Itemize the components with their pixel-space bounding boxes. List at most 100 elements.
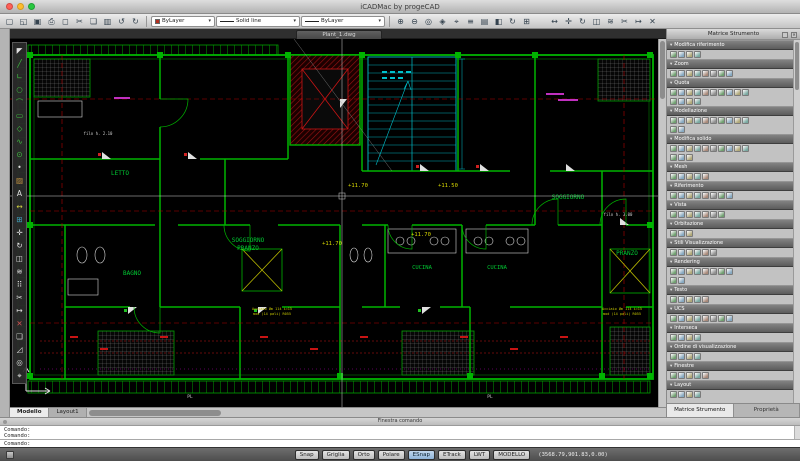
lineweight-dropdown[interactable]: ByLayer ▾: [301, 16, 385, 27]
pan-icon[interactable]: ⌖: [14, 369, 26, 382]
palette-section-header[interactable]: ▾Layout: [667, 380, 794, 390]
zoom-in-icon[interactable]: ⊕: [394, 15, 407, 28]
tool-icon[interactable]: [670, 249, 677, 256]
tool-icon[interactable]: [678, 211, 685, 218]
palette-section-header[interactable]: ▾Vista: [667, 200, 794, 210]
tool-icon[interactable]: [710, 70, 717, 77]
rotate-icon[interactable]: ↻: [14, 239, 26, 252]
tool-icon[interactable]: [702, 173, 709, 180]
palette-section-header[interactable]: ▾Riferimento: [667, 181, 794, 191]
tool-icon[interactable]: [678, 296, 685, 303]
spline-icon[interactable]: ∿: [14, 135, 26, 148]
mirror-icon[interactable]: ◫: [590, 15, 603, 28]
tool-icon[interactable]: [718, 211, 725, 218]
erase-icon[interactable]: ✕: [646, 15, 659, 28]
rectangle-icon[interactable]: ▭: [14, 109, 26, 122]
tool-icon[interactable]: [670, 173, 677, 180]
tool-icon[interactable]: [686, 173, 693, 180]
tab-layout1[interactable]: Layout1: [49, 408, 86, 417]
palette-section-header[interactable]: ▾Modifica solido: [667, 134, 794, 144]
tool-icon[interactable]: [678, 230, 685, 237]
tool-icon[interactable]: [742, 89, 749, 96]
tool-icon[interactable]: [702, 70, 709, 77]
layers-icon[interactable]: ≡: [464, 15, 477, 28]
tool-icon[interactable]: [670, 126, 677, 133]
tool-icon[interactable]: [686, 192, 693, 199]
block-icon[interactable]: ⊞: [14, 213, 26, 226]
tool-icon[interactable]: [686, 211, 693, 218]
tool-icon[interactable]: [686, 372, 693, 379]
tool-icon[interactable]: [742, 145, 749, 152]
tool-icon[interactable]: [678, 192, 685, 199]
tool-icon[interactable]: [686, 154, 693, 161]
tool-icon[interactable]: [678, 353, 685, 360]
offset-icon[interactable]: ≋: [14, 265, 26, 278]
tab-matrice-strumento[interactable]: Matrice Strumento: [667, 404, 734, 417]
tool-icon[interactable]: [742, 117, 749, 124]
array-icon[interactable]: ⠿: [14, 278, 26, 291]
tool-icon[interactable]: [718, 268, 725, 275]
tool-icon[interactable]: [702, 315, 709, 322]
distance-icon[interactable]: ↔: [548, 15, 561, 28]
tool-icon[interactable]: [694, 268, 701, 275]
tool-icon[interactable]: [710, 145, 717, 152]
tool-icon[interactable]: [710, 117, 717, 124]
status-toggle-polare[interactable]: Polare: [378, 450, 405, 460]
open-file-icon[interactable]: ◱: [17, 15, 30, 28]
palette-section-header[interactable]: ▾Mesh: [667, 162, 794, 172]
tool-icon[interactable]: [702, 117, 709, 124]
hatch-icon[interactable]: ▨: [14, 174, 26, 187]
tool-icon[interactable]: [678, 51, 685, 58]
color-dropdown[interactable]: ByLayer ▾: [151, 16, 215, 27]
regen-icon[interactable]: ↻: [506, 15, 519, 28]
tool-icon[interactable]: [694, 315, 701, 322]
extend-icon[interactable]: ↦: [632, 15, 645, 28]
tool-icon[interactable]: [678, 154, 685, 161]
tool-icon[interactable]: [670, 192, 677, 199]
ellipse-icon[interactable]: ⊙: [14, 148, 26, 161]
palette-section-header[interactable]: ▾Interseca: [667, 323, 794, 333]
tool-icon[interactable]: [686, 145, 693, 152]
tool-icon[interactable]: [694, 372, 701, 379]
palette-scrollbar[interactable]: [793, 40, 800, 403]
tool-icon[interactable]: [686, 89, 693, 96]
canvas-horizontal-scrollbar[interactable]: [87, 408, 666, 417]
polygon-icon[interactable]: ◇: [14, 122, 26, 135]
tool-icon[interactable]: [710, 249, 717, 256]
trim-icon[interactable]: ✂: [14, 291, 26, 304]
tool-icon[interactable]: [726, 145, 733, 152]
tool-icon[interactable]: [686, 51, 693, 58]
layer-properties-icon[interactable]: ▤: [478, 15, 491, 28]
command-window-close-button[interactable]: [3, 420, 7, 424]
status-toggle-orto[interactable]: Orto: [353, 450, 375, 460]
tool-icon[interactable]: [686, 353, 693, 360]
scrollbar-thumb[interactable]: [660, 41, 665, 99]
new-file-icon[interactable]: ▢: [3, 15, 16, 28]
tool-icon[interactable]: [670, 154, 677, 161]
tool-icon[interactable]: [670, 353, 677, 360]
tool-icon[interactable]: [686, 315, 693, 322]
tool-icon[interactable]: [670, 70, 677, 77]
tool-icon[interactable]: [734, 145, 741, 152]
copy-icon[interactable]: ❏: [87, 15, 100, 28]
tool-icon[interactable]: [726, 117, 733, 124]
save-file-icon[interactable]: ▣: [31, 15, 44, 28]
canvas-vertical-scrollbar[interactable]: [658, 39, 666, 407]
tool-icon[interactable]: [710, 211, 717, 218]
linetype-dropdown[interactable]: Solid line ▾: [216, 16, 300, 27]
tool-icon[interactable]: [670, 334, 677, 341]
tool-icon[interactable]: [686, 70, 693, 77]
tool-icon[interactable]: [718, 117, 725, 124]
tool-icon[interactable]: [686, 98, 693, 105]
command-input[interactable]: [4, 440, 796, 447]
tool-icon[interactable]: [694, 51, 701, 58]
palette-section-header[interactable]: ▾Testo: [667, 285, 794, 295]
tool-icon[interactable]: [726, 268, 733, 275]
tool-icon[interactable]: [686, 391, 693, 398]
tool-icon[interactable]: [710, 192, 717, 199]
tool-icon[interactable]: [670, 145, 677, 152]
tool-icon[interactable]: [678, 70, 685, 77]
tool-icon[interactable]: [670, 315, 677, 322]
tool-icon[interactable]: [678, 391, 685, 398]
design-center-icon[interactable]: ⊞: [520, 15, 533, 28]
